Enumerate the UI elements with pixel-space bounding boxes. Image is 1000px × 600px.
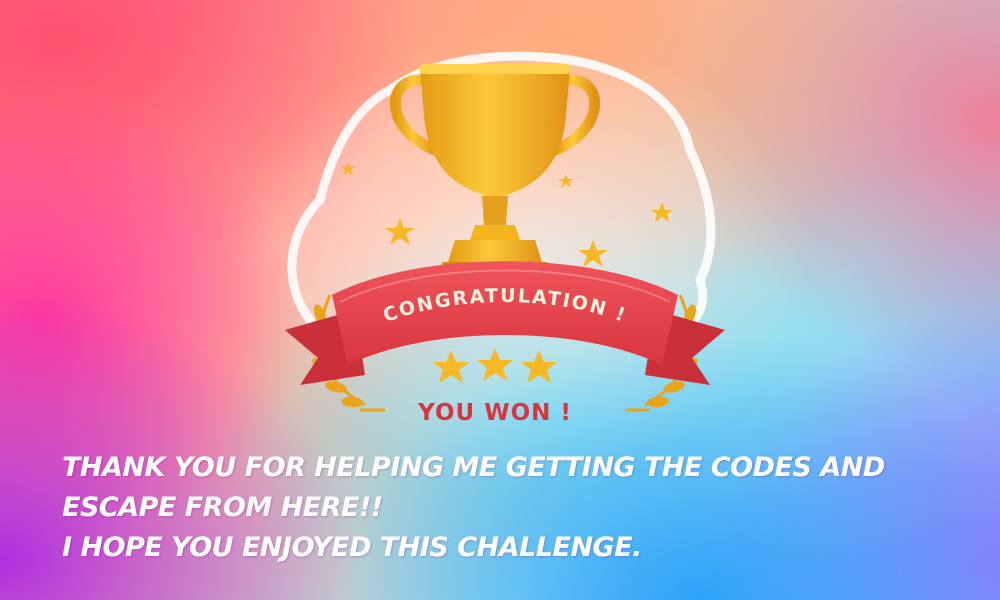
message-line: ESCAPE FROM HERE!!: [62, 492, 383, 523]
message-line: I HOPE YOU ENJOYED THIS CHALLENGE.: [62, 532, 642, 563]
star-icon: [477, 348, 513, 381]
message-line: THANK YOU FOR HELPING ME GETTING THE COD…: [62, 452, 885, 483]
star-icon: [433, 350, 469, 383]
victory-badge: CONGRATULATION ! YOU WON !: [270, 40, 740, 440]
rating-stars: [433, 348, 557, 383]
subtitle: YOU WON !: [417, 400, 572, 426]
thank-you-message: THANK YOU FOR HELPING ME GETTING THE COD…: [62, 448, 962, 568]
star-icon: [521, 350, 557, 383]
